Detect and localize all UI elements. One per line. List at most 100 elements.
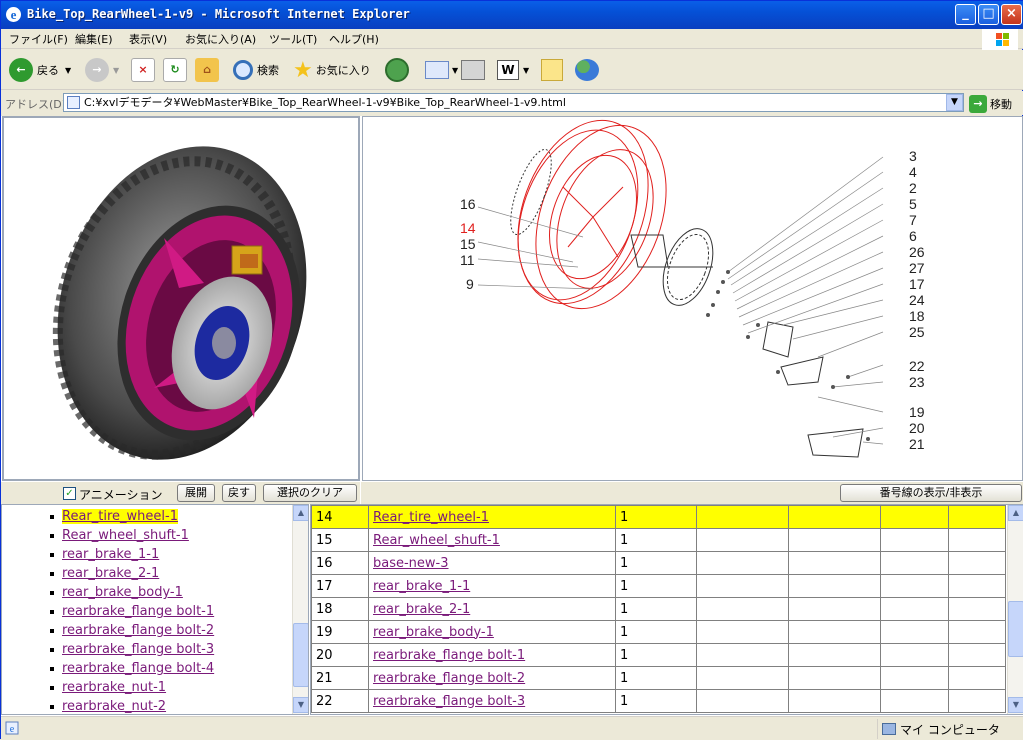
part-name-link[interactable]: rear_brake_1-1 — [373, 579, 470, 594]
tree-item[interactable]: rearbrake_flange bolt-2 — [50, 623, 214, 642]
callout-27[interactable]: 27 — [909, 260, 925, 276]
callout-3[interactable]: 3 — [909, 148, 917, 164]
edit-dropdown-icon[interactable]: ▼ — [523, 66, 529, 75]
menu-file[interactable]: ファイル(F) — [9, 31, 68, 47]
scroll-down-icon[interactable]: ▼ — [293, 697, 308, 713]
back-dropdown-icon[interactable]: ▼ — [65, 66, 71, 75]
table-row[interactable]: 21 rearbrake_flange bolt-2 1 — [311, 666, 1006, 690]
callout-14[interactable]: 14 — [460, 220, 476, 236]
tree-item-link[interactable]: rear_brake_body-1 — [62, 585, 183, 600]
part-name-link[interactable]: rearbrake_flange bolt-1 — [373, 648, 525, 663]
tree-item[interactable]: rear_brake_1-1 — [50, 547, 159, 566]
maximize-button[interactable]: □ — [978, 4, 999, 25]
go-button[interactable]: → 移動 — [969, 94, 1012, 113]
discuss-button[interactable] — [541, 56, 563, 84]
animation-checkbox[interactable]: ✓ — [63, 487, 76, 500]
part-name-link[interactable]: rear_brake_2-1 — [373, 602, 470, 617]
clear-selection-button[interactable]: 選択のクリア — [263, 484, 357, 502]
callout-20[interactable]: 20 — [909, 420, 925, 436]
edit-button[interactable]: W ▼ — [497, 56, 529, 84]
menu-favorites[interactable]: お気に入り(A) — [185, 31, 256, 47]
messenger-button[interactable] — [575, 56, 599, 84]
parts-tree[interactable]: Rear_tire_wheel-1 Rear_wheel_shuft-1 rear_… — [1, 504, 309, 715]
menu-help[interactable]: ヘルプ(H) — [329, 31, 379, 47]
tree-item[interactable]: rear_brake_2-1 — [50, 566, 159, 585]
callout-4[interactable]: 4 — [909, 164, 917, 180]
table-row[interactable]: 22 rearbrake_flange bolt-3 1 — [311, 689, 1006, 713]
part-name-link[interactable]: Rear_wheel_shuft-1 — [373, 533, 500, 548]
address-dropdown-icon[interactable]: ▼ — [946, 94, 963, 111]
tree-item-link[interactable]: rearbrake_flange bolt-1 — [62, 604, 214, 619]
tree-item-link[interactable]: Rear_tire_wheel-1 — [62, 509, 178, 524]
restore-button[interactable]: 戻す — [222, 484, 256, 502]
tree-item-link[interactable]: rearbrake_flange bolt-3 — [62, 642, 214, 657]
table-row[interactable]: 17 rear_brake_1-1 1 — [311, 574, 1006, 598]
callout-22[interactable]: 22 — [909, 358, 925, 374]
print-button[interactable] — [461, 56, 485, 84]
3d-wheel-render[interactable] — [4, 118, 358, 479]
close-button[interactable]: × — [1001, 4, 1022, 25]
scroll-up-icon[interactable]: ▲ — [1008, 505, 1023, 521]
callout-11[interactable]: 11 — [460, 252, 475, 268]
2d-exploded-diagram[interactable]: 16 14 15 11 9 3 4 2 5 7 6 26 27 17 24 18… — [362, 116, 1023, 481]
scroll-thumb[interactable] — [1008, 601, 1023, 657]
tree-item-link[interactable]: rear_brake_1-1 — [62, 547, 159, 562]
callout-17[interactable]: 17 — [909, 276, 925, 292]
part-name-link[interactable]: Rear_tire_wheel-1 — [373, 510, 489, 525]
callout-25[interactable]: 25 — [909, 324, 925, 340]
tree-item-link[interactable]: Rear_wheel_shuft-1 — [62, 528, 189, 543]
mail-button[interactable]: ▼ — [425, 56, 458, 84]
menu-view[interactable]: 表示(V) — [129, 31, 167, 47]
menu-tools[interactable]: ツール(T) — [269, 31, 317, 47]
part-name-link[interactable]: base-new-3 — [373, 556, 449, 571]
tree-scrollbar[interactable]: ▲ ▼ — [292, 505, 308, 714]
exploded-view-drawing[interactable]: 16 14 15 11 9 3 4 2 5 7 6 26 27 17 24 18… — [363, 117, 1022, 480]
callout-23[interactable]: 23 — [909, 374, 925, 390]
address-input[interactable]: C:¥xvlデモデータ¥WebMaster¥Bike_Top_RearWheel… — [63, 93, 964, 112]
table-row[interactable]: 19 rear_brake_body-1 1 — [311, 620, 1006, 644]
table-row[interactable]: 18 rear_brake_2-1 1 — [311, 597, 1006, 621]
callout-6[interactable]: 6 — [909, 228, 917, 244]
table-row[interactable]: 16 base-new-3 1 — [311, 551, 1006, 575]
title-bar[interactable]: e Bike_Top_RearWheel-1-v9 - Microsoft In… — [1, 1, 1023, 29]
tree-item[interactable]: rearbrake_nut-1 — [50, 680, 166, 699]
part-name-link[interactable]: rear_brake_body-1 — [373, 625, 494, 640]
callout-15[interactable]: 15 — [460, 236, 476, 252]
callout-21[interactable]: 21 — [909, 436, 925, 452]
tree-item-link[interactable]: rear_brake_2-1 — [62, 566, 159, 581]
callout-18[interactable]: 18 — [909, 308, 925, 324]
part-name-link[interactable]: rearbrake_flange bolt-2 — [373, 671, 525, 686]
part-name-link[interactable]: rearbrake_flange bolt-3 — [373, 694, 525, 709]
callout-5[interactable]: 5 — [909, 196, 917, 212]
callout-19[interactable]: 19 — [909, 404, 925, 420]
table-scrollbar[interactable]: ▲ ▼ — [1007, 505, 1023, 714]
callout-24[interactable]: 24 — [909, 292, 925, 308]
scroll-up-icon[interactable]: ▲ — [293, 505, 308, 521]
tree-item-link[interactable]: rearbrake_nut-2 — [62, 699, 166, 714]
refresh-button[interactable]: ↻ — [163, 56, 187, 84]
menu-edit[interactable]: 編集(E) — [75, 31, 113, 47]
tree-item[interactable]: rearbrake_nut-2 — [50, 699, 166, 714]
stop-button[interactable]: × — [131, 56, 155, 84]
mail-dropdown-icon[interactable]: ▼ — [452, 66, 458, 75]
toggle-callouts-button[interactable]: 番号線の表示/非表示 — [840, 484, 1022, 502]
tree-item-link[interactable]: rearbrake_flange bolt-2 — [62, 623, 214, 638]
callout-26[interactable]: 26 — [909, 244, 925, 260]
tree-item[interactable]: rearbrake_flange bolt-3 — [50, 642, 214, 661]
3d-viewer[interactable] — [2, 116, 360, 481]
tree-item[interactable]: Rear_tire_wheel-1 — [50, 509, 178, 528]
callout-2[interactable]: 2 — [909, 180, 917, 196]
tree-item[interactable]: rear_brake_body-1 — [50, 585, 183, 604]
favorites-button[interactable]: ★ お気に入り — [293, 56, 371, 84]
table-row[interactable]: 15 Rear_wheel_shuft-1 1 — [311, 528, 1006, 552]
back-button[interactable]: ← 戻る ▼ — [9, 56, 71, 84]
scroll-thumb[interactable] — [293, 623, 308, 687]
tree-item[interactable]: Rear_wheel_shuft-1 — [50, 528, 189, 547]
home-button[interactable]: ⌂ — [195, 56, 219, 84]
history-button[interactable] — [385, 56, 409, 84]
callout-7[interactable]: 7 — [909, 212, 917, 228]
minimize-button[interactable]: _ — [955, 4, 976, 25]
expand-button[interactable]: 展開 — [177, 484, 215, 502]
parts-list-table[interactable]: 14 Rear_tire_wheel-1 1 15 Rear_wheel_shuft-1… — [310, 504, 1023, 715]
table-row[interactable]: 20 rearbrake_flange bolt-1 1 — [311, 643, 1006, 667]
